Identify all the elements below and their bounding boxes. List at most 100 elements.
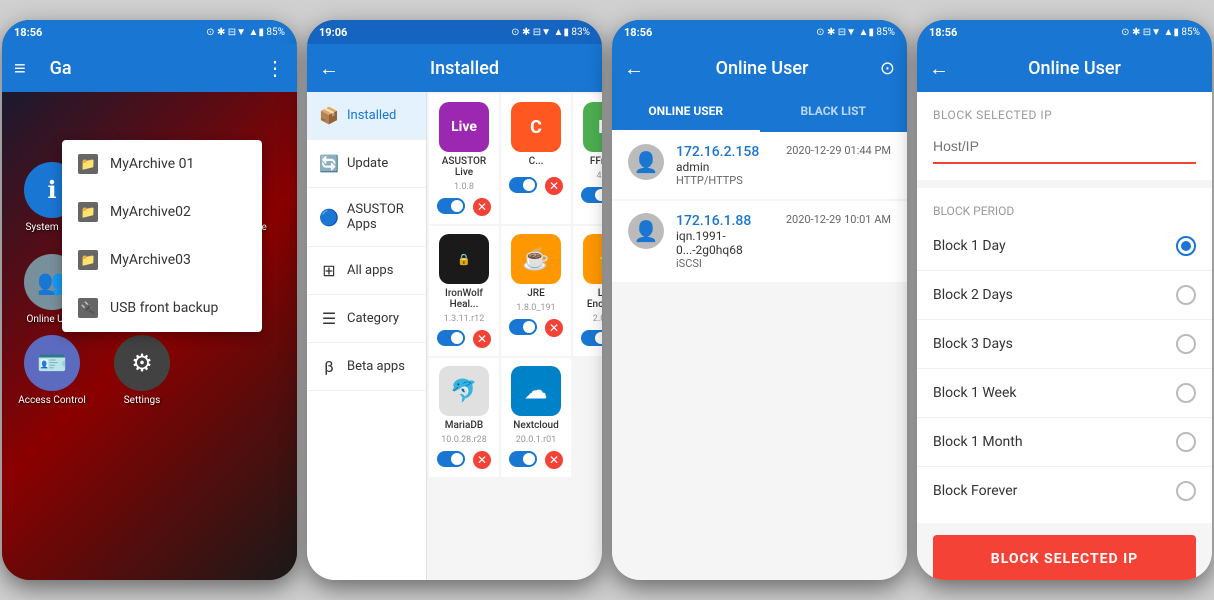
- back-button-2[interactable]: ←: [319, 56, 339, 81]
- access-control-label: Access Control: [18, 395, 86, 406]
- app-card-mariadb: 🐬 MariaDB 10.0.28.r28 ✕: [429, 358, 499, 477]
- jre-icon: ☕: [511, 234, 561, 284]
- c-app-actions: ✕: [509, 177, 563, 195]
- hamburger-icon[interactable]: ≡: [14, 56, 26, 81]
- installed-label: Installed: [347, 108, 396, 123]
- app-grid: Live ASUSTOR Live 1.0.8 ✕ C C...: [427, 92, 602, 479]
- two-panel: 📦 Installed 🔄 Update 🔵 ASUSTOR Apps ⊞ Al…: [307, 92, 602, 580]
- screen-1: ≡ Ga ⋮ ℹ System Info ↺ One TouchBackup: [2, 44, 297, 580]
- radio-block-3-days[interactable]: Block 3 Days: [917, 320, 1212, 369]
- radio-block-2-days[interactable]: Block 2 Days: [917, 271, 1212, 320]
- ffmpeg-toggle[interactable]: [581, 187, 602, 203]
- c-app-delete[interactable]: ✕: [545, 177, 563, 195]
- c-app-toggle[interactable]: [509, 177, 537, 193]
- nav-beta[interactable]: β Beta apps: [307, 343, 426, 391]
- block-1-week-label: Block 1 Week: [933, 385, 1176, 401]
- block-period-label: Block Period: [917, 196, 1212, 222]
- letsencrypt-name: Let's Encrypt...: [581, 288, 602, 310]
- nextcloud-icon: ☁: [511, 366, 561, 416]
- block-selected-ip-button[interactable]: BLOCK SELECTED IP: [933, 535, 1196, 580]
- ironwolf-toggle[interactable]: [437, 330, 465, 346]
- app-title-1: Ga: [38, 44, 84, 92]
- myarchive02-icon: 📁: [78, 202, 98, 222]
- jre-actions: ✕: [509, 319, 563, 337]
- mariadb-toggle[interactable]: [437, 451, 465, 467]
- user-list: 👤 172.16.2.158 admin HTTP/HTTPS 2020-12-…: [612, 132, 907, 580]
- screen-2: ← Installed 📦 Installed 🔄 Update 🔵 ASUS: [307, 44, 602, 580]
- more-icon[interactable]: ⋮: [265, 56, 285, 80]
- status-bar-1: 18:56 ⊙ ✱ ⊟▼ ▲▮ 85%: [2, 20, 297, 44]
- myarchive02-label: MyArchive02: [110, 204, 191, 220]
- update-label: Update: [347, 156, 388, 171]
- block-1-month-label: Block 1 Month: [933, 434, 1176, 450]
- radio-block-1-month[interactable]: Block 1 Month: [917, 418, 1212, 467]
- mariadb-actions: ✕: [437, 451, 491, 469]
- nav-installed[interactable]: 📦 Installed: [307, 92, 426, 140]
- user-avatar-2: 👤: [628, 213, 664, 249]
- user-info-2: 172.16.1.88 iqn.1991-0...-2g0hq68 iSCSI: [676, 213, 774, 270]
- tab-black-list-label: BLACK LIST: [800, 104, 866, 118]
- asustor-live-delete[interactable]: ✕: [473, 198, 491, 216]
- settings-icon-3[interactable]: ⊙: [880, 58, 895, 79]
- tab-online-user-label: ONLINE USER: [648, 104, 723, 118]
- user-item-2[interactable]: 👤 172.16.1.88 iqn.1991-0...-2g0hq68 iSCS…: [612, 201, 907, 282]
- back-button-4[interactable]: ←: [929, 56, 949, 81]
- asustor-live-toggle[interactable]: [437, 198, 465, 214]
- status-bar-4: 18:56 ⊙ ✱ ⊟▼ ▲▮ 85%: [917, 20, 1212, 44]
- letsencrypt-toggle[interactable]: [581, 330, 602, 346]
- home-icon-access-control[interactable]: 🪪 Access Control: [12, 335, 92, 406]
- usb-icon: 🔌: [78, 298, 98, 318]
- tab-black-list[interactable]: BLACK LIST: [760, 92, 908, 132]
- dropdown-usb[interactable]: 🔌 USB front backup: [62, 284, 262, 332]
- dropdown-myarchive03[interactable]: 📁 MyArchive03: [62, 236, 262, 284]
- user-ip-2: 172.16.1.88: [676, 213, 774, 229]
- block-forever-label: Block Forever: [933, 483, 1176, 499]
- nav-category[interactable]: ☰ Category: [307, 295, 426, 343]
- radio-block-forever[interactable]: Block Forever: [917, 467, 1212, 515]
- tab-online-user[interactable]: ONLINE USER: [612, 92, 760, 132]
- asustor-live-version: 1.0.8: [454, 182, 474, 192]
- time-2: 19:06: [319, 26, 347, 39]
- app-card-c: C C... ✕: [501, 94, 571, 224]
- app-card-letsencrypt: 🔒 Let's Encrypt... 2.0.0.r5 ✕: [573, 226, 602, 356]
- nav-all-apps[interactable]: ⊞ All apps: [307, 247, 426, 295]
- status-icons-4: ⊙ ✱ ⊟▼ ▲▮ 85%: [1121, 27, 1200, 38]
- time-4: 18:56: [929, 26, 957, 39]
- jre-delete[interactable]: ✕: [545, 319, 563, 337]
- nextcloud-toggle[interactable]: [509, 451, 537, 467]
- radio-block-1-day[interactable]: Block 1 Day: [917, 222, 1212, 271]
- ironwolf-delete[interactable]: ✕: [473, 330, 491, 348]
- myarchive03-label: MyArchive03: [110, 252, 191, 268]
- ffmpeg-name: FFmpeg: [590, 156, 602, 167]
- myarchive03-icon: 📁: [78, 250, 98, 270]
- time-1: 18:56: [14, 26, 42, 39]
- right-panel: Live ASUSTOR Live 1.0.8 ✕ C C...: [427, 92, 602, 580]
- phone-4: 18:56 ⊙ ✱ ⊟▼ ▲▮ 85% ← Online User Block …: [917, 20, 1212, 580]
- nav-asustor-apps[interactable]: 🔵 ASUSTOR Apps: [307, 188, 426, 247]
- block-3-days-label: Block 3 Days: [933, 336, 1176, 352]
- host-ip-input[interactable]: [933, 130, 1196, 164]
- dropdown-myarchive02[interactable]: 📁 MyArchive02: [62, 188, 262, 236]
- user-item-1[interactable]: 👤 172.16.2.158 admin HTTP/HTTPS 2020-12-…: [612, 132, 907, 199]
- screen-4: ← Online User Block Selected IP Block Pe…: [917, 44, 1212, 580]
- beta-label: Beta apps: [347, 359, 405, 374]
- mariadb-delete[interactable]: ✕: [473, 451, 491, 469]
- app-card-ffmpeg: FF FFmpeg 4.2.r4 ✕: [573, 94, 602, 224]
- user-protocol-2: iSCSI: [676, 257, 774, 270]
- jre-toggle[interactable]: [509, 319, 537, 335]
- phone-3: 18:56 ⊙ ✱ ⊟▼ ▲▮ 85% ← Online User ⊙ ONLI…: [612, 20, 907, 580]
- dropdown-myarchive01[interactable]: 📁 MyArchive 01: [62, 140, 262, 188]
- nav-update[interactable]: 🔄 Update: [307, 140, 426, 188]
- nextcloud-actions: ✕: [509, 451, 563, 469]
- home-icon-settings[interactable]: ⚙ Settings: [102, 335, 182, 406]
- status-bar-2: 19:06 ⊙ ✱ ⊟▼ ▲▮ 83%: [307, 20, 602, 44]
- home-screen: ℹ System Info ↺ One TouchBackup ↺ Backup…: [2, 92, 297, 580]
- back-button-3[interactable]: ←: [624, 56, 644, 81]
- radio-1-week-circle: [1176, 383, 1196, 403]
- myarchive01-label: MyArchive 01: [110, 156, 194, 172]
- nextcloud-delete[interactable]: ✕: [545, 451, 563, 469]
- radio-block-1-week[interactable]: Block 1 Week: [917, 369, 1212, 418]
- tab-bar-3: ONLINE USER BLACK LIST: [612, 92, 907, 132]
- ironwolf-name: IronWolf Heal...: [437, 288, 491, 310]
- letsencrypt-actions: ✕: [581, 330, 602, 348]
